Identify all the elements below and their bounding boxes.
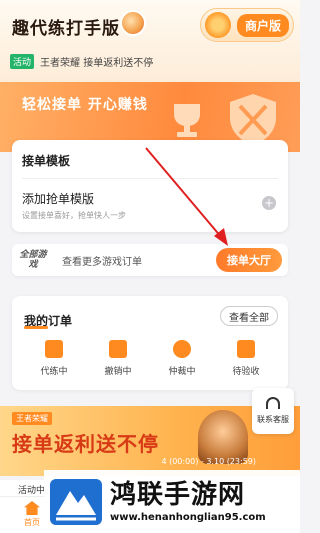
notice-tag: 活动 — [10, 54, 35, 69]
home-icon — [24, 501, 40, 515]
banner-slogan: 轻松接单 开心赚钱 — [22, 97, 148, 113]
status-label: 代练中 — [40, 367, 68, 377]
notice-text: 王者荣耀 接单返利送不停 — [40, 58, 154, 69]
my-orders-card: 我的订单 查看全部 代练中 撤销中 仲裁中 待验收 — [12, 296, 288, 390]
customer-service-label: 联系客服 — [257, 415, 289, 424]
undo-icon — [109, 340, 127, 358]
app-header: 趣代练打手版 商户版 活动 王者荣耀 接单返利送不停 — [0, 0, 300, 88]
promo-headline: 接单返利送不停 — [12, 432, 159, 456]
add-template-title[interactable]: 添加抢单模版 — [22, 190, 94, 207]
view-all-orders-button[interactable]: 查看全部 — [220, 306, 278, 326]
mascot-icon — [120, 10, 146, 36]
headset-icon — [266, 397, 280, 409]
status-revoking[interactable]: 撤销中 — [86, 340, 150, 377]
activity-label: 活动中 — [18, 486, 46, 496]
site-watermark: 鸿联手游网 www.henanhonglian95.com — [44, 470, 300, 533]
customer-service-button[interactable]: 联系客服 — [252, 388, 294, 434]
app-title: 趣代练打手版 — [12, 19, 120, 39]
add-template-subtitle: 设置接单喜好，抢单快人一步 — [22, 211, 126, 220]
check-icon — [237, 340, 255, 358]
status-label: 仲裁中 — [168, 367, 196, 377]
promo-date: 4 (00:00) - 3.10 (23:59) — [161, 457, 256, 466]
status-pending-acceptance[interactable]: 待验收 — [214, 340, 278, 377]
template-title[interactable]: 接单模板 — [22, 152, 70, 169]
merchant-version-label: 商户版 — [237, 13, 290, 37]
tab-home-label: 首页 — [24, 518, 40, 527]
divider — [22, 178, 278, 179]
hero-character-image — [198, 410, 248, 464]
all-games-label: 全部游戏 — [19, 250, 47, 270]
title-underline — [24, 326, 48, 329]
merchant-coin-icon — [205, 12, 231, 38]
trophy-icon — [174, 104, 200, 137]
promo-tag: 王者荣耀 — [12, 412, 52, 425]
status-in-progress[interactable]: 代练中 — [22, 340, 86, 377]
order-lobby-bar: 全部游戏 查看更多游戏订单 接单大厅 — [12, 244, 288, 276]
merchant-version-button[interactable]: 商户版 — [200, 8, 294, 42]
lobby-hint: 查看更多游戏订单 — [62, 256, 142, 268]
status-arbitration[interactable]: 仲裁中 — [150, 340, 214, 377]
order-status-row: 代练中 撤销中 仲裁中 待验收 — [12, 340, 288, 377]
add-template-icon[interactable]: + — [262, 196, 276, 210]
watermark-url: www.henanhonglian95.com — [110, 512, 266, 523]
notice-bar[interactable]: 活动 王者荣耀 接单返利送不停 — [10, 54, 153, 69]
arbitration-icon — [173, 340, 191, 358]
doc-icon — [45, 340, 63, 358]
order-lobby-button[interactable]: 接单大厅 — [216, 248, 282, 272]
order-template-card: 接单模板 添加抢单模版 设置接单喜好，抢单快人一步 + — [12, 140, 288, 232]
status-label: 待验收 — [232, 367, 260, 377]
watermark-logo-icon — [50, 478, 102, 525]
status-label: 撤销中 — [104, 367, 132, 377]
tab-home[interactable]: 首页 — [24, 501, 40, 528]
watermark-name: 鸿联手游网 — [110, 480, 246, 510]
